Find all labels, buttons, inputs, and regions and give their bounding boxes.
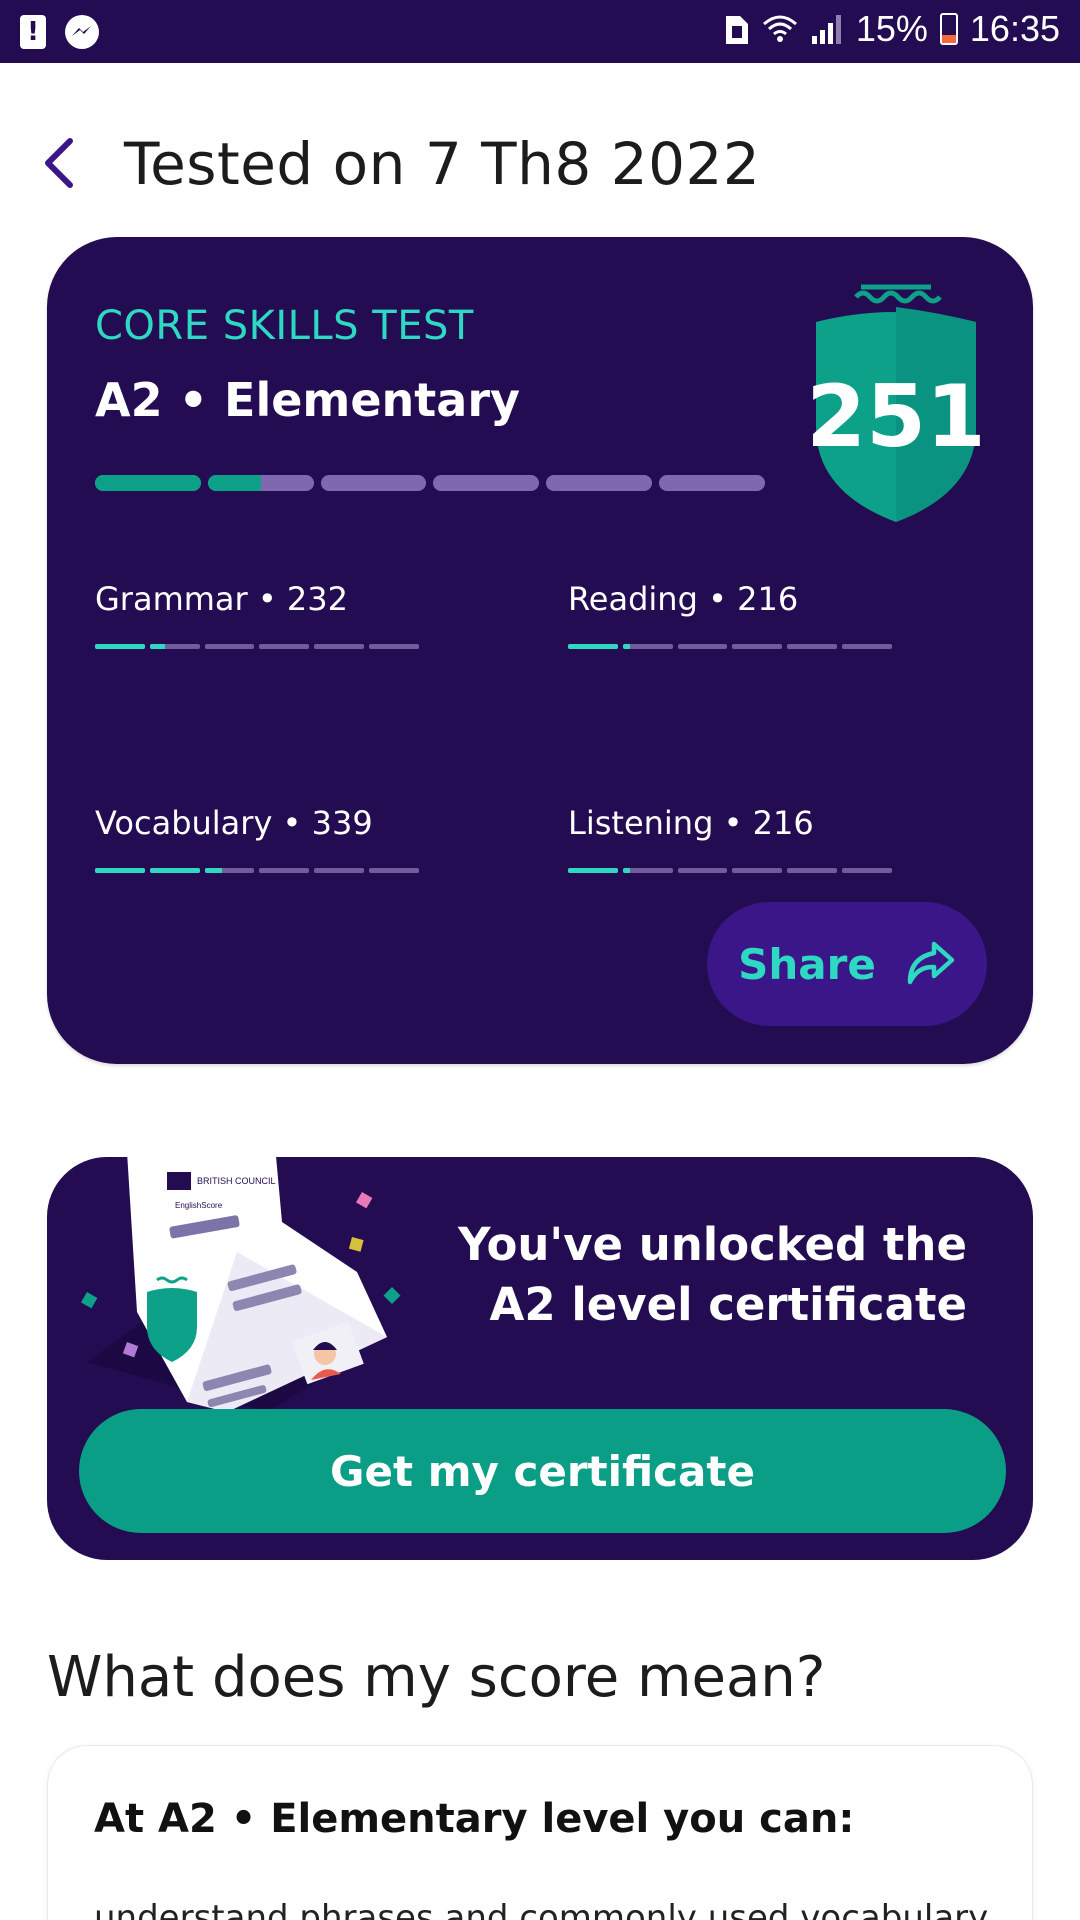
skill-progress-segment <box>842 868 892 873</box>
skill-vocabulary: Vocabulary • 339 <box>95 804 425 873</box>
skill-progress-segment <box>732 868 783 873</box>
score-meaning-body: understand phrases and commonly used voc… <box>94 1898 989 1920</box>
page-title: Tested on 7 Th8 2022 <box>124 130 761 198</box>
score-meaning-heading: At A2 • Elementary level you can: <box>94 1796 855 1842</box>
signal-icon <box>810 12 844 46</box>
score-card: CORE SKILLS TEST A2 • Elementary 251 Gra… <box>47 237 1033 1064</box>
skill-listening: Listening • 216 <box>568 804 898 873</box>
get-certificate-label: Get my certificate <box>330 1446 755 1496</box>
skill-progress-segment <box>95 868 145 873</box>
overall-progress-segment <box>433 475 540 491</box>
overall-progress-bar <box>95 475 765 491</box>
get-certificate-button[interactable]: Get my certificate <box>79 1409 1006 1533</box>
certificate-message-line1: You've unlocked the <box>458 1218 967 1271</box>
skill-label: Reading • 216 <box>568 580 799 618</box>
wifi-icon <box>762 12 798 46</box>
skill-progress-segment <box>314 644 365 649</box>
overall-progress-segment <box>659 475 765 491</box>
overall-progress-segment <box>546 475 653 491</box>
skill-progress-segment <box>314 868 365 873</box>
illustration-product-text: EnglishScore <box>175 1201 223 1210</box>
skill-progress-segment <box>787 644 838 649</box>
skill-reading: Reading • 216 <box>568 580 898 649</box>
skill-progress-bar <box>568 644 892 649</box>
skill-progress-segment <box>369 868 419 873</box>
certificate-message-line2: A2 level certificate <box>489 1278 967 1331</box>
skill-progress-segment <box>204 644 255 649</box>
skill-progress-segment <box>149 868 200 873</box>
overall-score: 251 <box>806 367 986 467</box>
skill-progress-segment <box>677 868 728 873</box>
skill-progress-segment <box>149 644 200 649</box>
test-name: CORE SKILLS TEST <box>95 303 474 349</box>
level-label: A2 • Elementary <box>95 373 521 427</box>
skill-progress-segment <box>568 644 618 649</box>
skill-progress-segment <box>732 644 783 649</box>
score-meaning-card: At A2 • Elementary level you can: unders… <box>47 1745 1033 1920</box>
overall-progress-segment <box>207 475 314 491</box>
battery-icon <box>939 13 958 45</box>
back-button[interactable] <box>36 133 86 193</box>
alert-notification-icon: ! <box>20 15 46 49</box>
skill-label: Grammar • 232 <box>95 580 348 618</box>
overall-progress-segment <box>320 475 427 491</box>
skill-grammar: Grammar • 232 <box>95 580 425 649</box>
clock-time: 16:35 <box>969 8 1060 49</box>
skill-progress-segment <box>568 868 618 873</box>
status-bar: ! 15% 16:35 <box>0 0 1080 63</box>
skill-progress-bar <box>568 868 892 873</box>
certificate-card: BRITISH COUNCIL EnglishScore You've unlo… <box>47 1112 1033 1560</box>
messenger-icon <box>64 14 100 50</box>
skill-progress-bar <box>95 868 419 873</box>
illustration-brand-text: BRITISH COUNCIL <box>197 1176 276 1186</box>
skill-progress-segment <box>787 868 838 873</box>
skill-label: Listening • 216 <box>568 804 814 842</box>
share-arrow-icon <box>907 941 955 985</box>
certificate-illustration: BRITISH COUNCIL EnglishScore <box>81 1112 401 1412</box>
chevron-left-icon <box>45 138 73 188</box>
battery-percent: 15% <box>855 8 928 49</box>
skill-progress-bar <box>95 644 419 649</box>
skill-progress-segment <box>622 644 673 649</box>
skill-progress-segment <box>204 868 255 873</box>
sim-icon <box>724 12 750 46</box>
skill-progress-segment <box>622 868 673 873</box>
skill-label: Vocabulary • 339 <box>95 804 373 842</box>
overall-progress-segment <box>95 475 201 491</box>
share-button[interactable]: Share <box>707 902 987 1026</box>
skill-progress-segment <box>95 644 145 649</box>
certificate-message: You've unlocked the A2 level certificate <box>447 1215 967 1335</box>
skill-progress-segment <box>259 644 310 649</box>
skill-progress-segment <box>842 644 892 649</box>
score-meaning-title: What does my score mean? <box>47 1645 826 1710</box>
skill-progress-segment <box>369 644 419 649</box>
skill-progress-segment <box>259 868 310 873</box>
skill-progress-segment <box>677 644 728 649</box>
share-label: Share <box>738 939 876 989</box>
header: Tested on 7 Th8 2022 <box>0 63 1080 233</box>
